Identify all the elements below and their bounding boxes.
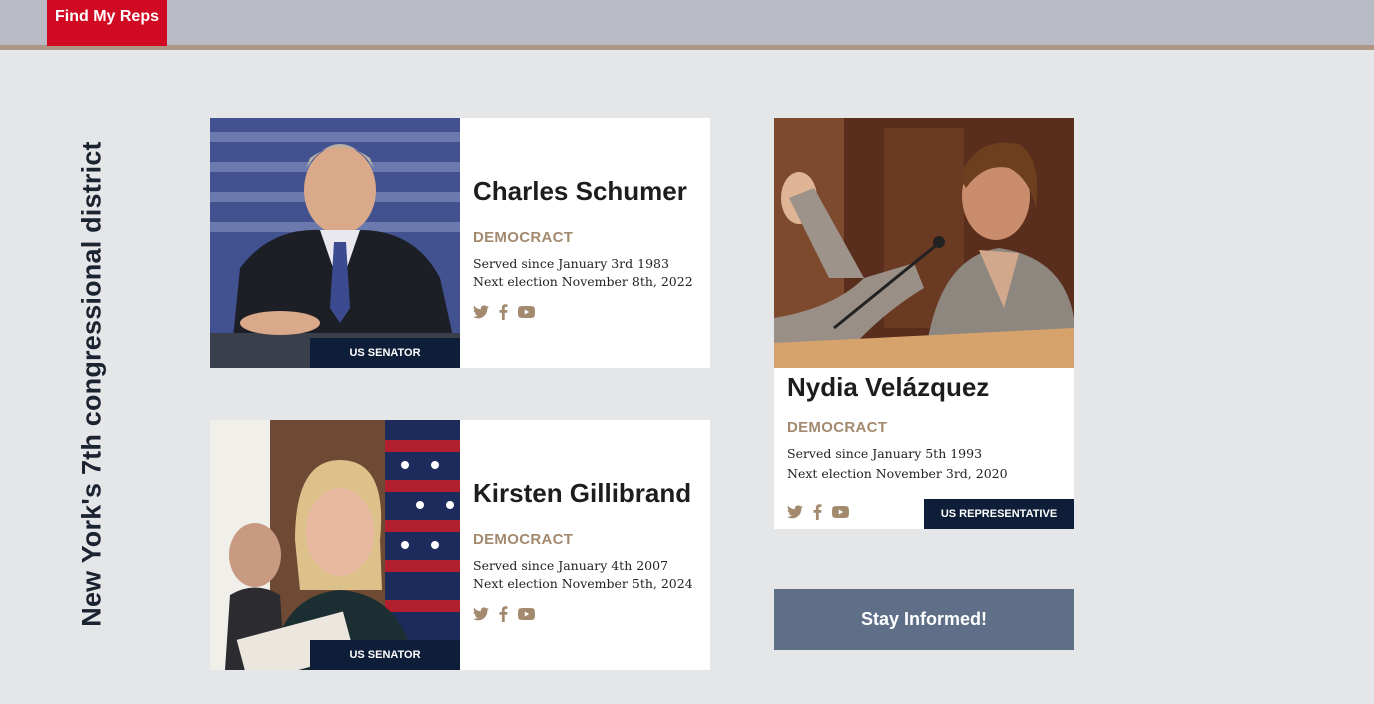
next-election: Next election November 8th, 2022 — [473, 274, 693, 289]
top-bar — [0, 0, 1374, 46]
facebook-icon[interactable] — [499, 304, 508, 320]
youtube-icon[interactable] — [518, 306, 535, 318]
served-since: Served since January 5th 1993 — [787, 446, 983, 461]
twitter-icon[interactable] — [473, 305, 489, 319]
served-since: Served since January 3rd 1983 — [473, 256, 669, 271]
social-links — [787, 504, 849, 520]
twitter-icon[interactable] — [473, 607, 489, 621]
party-label: DEMOCRACT — [787, 419, 888, 436]
rep-name[interactable]: Nydia Velázquez — [787, 372, 989, 403]
rep-photo — [210, 118, 460, 368]
role-badge: US SENATOR — [310, 338, 460, 368]
youtube-icon[interactable] — [832, 506, 849, 518]
district-title: New York's 7th congressional district — [76, 141, 107, 627]
rep-photo — [210, 420, 460, 670]
rep-photo — [774, 118, 1074, 368]
rep-card-gillibrand[interactable]: US SENATOR Kirsten Gillibrand DEMOCRACT … — [210, 420, 710, 670]
rep-name[interactable]: Charles Schumer — [473, 176, 687, 207]
twitter-icon[interactable] — [787, 505, 803, 519]
next-election: Next election November 5th, 2024 — [473, 576, 693, 591]
facebook-icon[interactable] — [813, 504, 822, 520]
header-divider — [0, 45, 1374, 50]
rep-card-schumer[interactable]: US SENATOR Charles Schumer DEMOCRACT Ser… — [210, 118, 710, 368]
social-links — [473, 304, 535, 320]
next-election: Next election November 3rd, 2020 — [787, 466, 1008, 481]
brand-logo-link[interactable]: Find My Reps — [47, 0, 167, 46]
social-links — [473, 606, 535, 622]
party-label: DEMOCRACT — [473, 229, 574, 246]
stay-informed-button[interactable]: Stay Informed! — [774, 589, 1074, 650]
rep-card-velazquez[interactable]: Nydia Velázquez DEMOCRACT Served since J… — [774, 118, 1074, 529]
role-badge: US REPRESENTATIVE — [924, 499, 1074, 529]
served-since: Served since January 4th 2007 — [473, 558, 669, 573]
role-badge: US SENATOR — [310, 640, 460, 670]
rep-name[interactable]: Kirsten Gillibrand — [473, 478, 691, 509]
facebook-icon[interactable] — [499, 606, 508, 622]
youtube-icon[interactable] — [518, 608, 535, 620]
party-label: DEMOCRACT — [473, 531, 574, 548]
